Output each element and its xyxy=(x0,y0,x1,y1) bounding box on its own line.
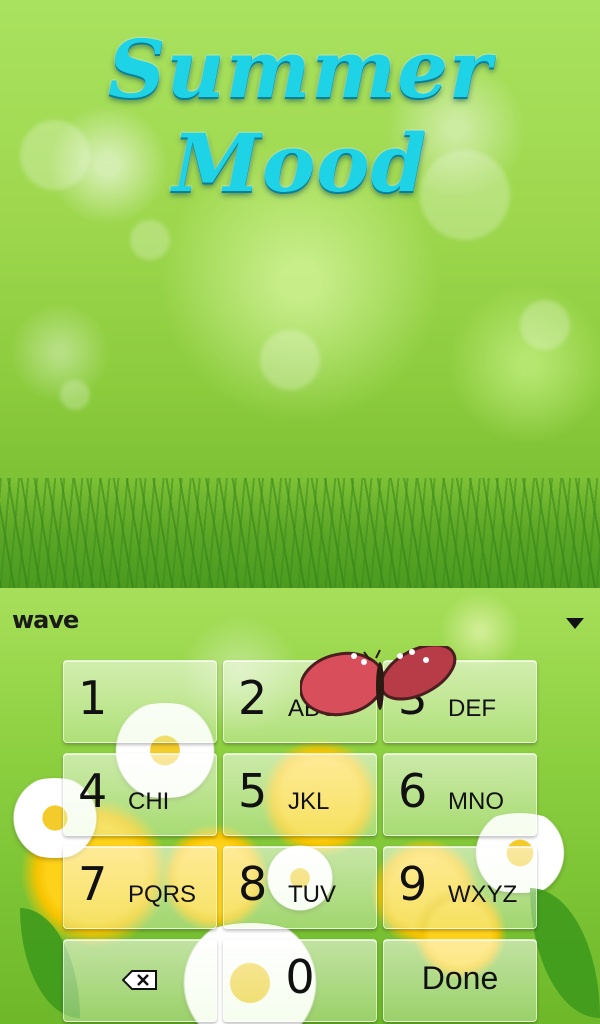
key-letters: PQRS xyxy=(128,881,197,908)
key-digit: 8 xyxy=(238,857,268,911)
key-digit: 9 xyxy=(398,857,428,911)
collapse-icon[interactable] xyxy=(566,618,584,629)
grass-background xyxy=(0,478,600,588)
key-4[interactable]: 4 CHI xyxy=(63,753,217,836)
wallpaper-title: Summer Mood xyxy=(107,22,493,210)
key-8[interactable]: 8 TUV xyxy=(223,846,377,929)
key-digit: 4 xyxy=(78,764,108,818)
key-5[interactable]: 5 JKL xyxy=(223,753,377,836)
key-digit: 6 xyxy=(398,764,428,818)
key-digit: 2 xyxy=(238,671,268,725)
key-digit: 5 xyxy=(238,764,268,818)
key-letters: CHI xyxy=(128,788,170,815)
key-6[interactable]: 6 MNO xyxy=(383,753,537,836)
backspace-button[interactable] xyxy=(63,939,217,1022)
key-letters: JKL xyxy=(288,788,330,815)
key-digit: 0 xyxy=(285,950,315,1004)
done-label: Done xyxy=(421,960,499,996)
key-digit: 1 xyxy=(78,671,108,725)
brand-logo: wave xyxy=(12,606,79,634)
wallpaper: Summer Mood xyxy=(0,0,600,588)
key-letters: MNO xyxy=(448,788,504,815)
key-7[interactable]: 7 PQRS xyxy=(63,846,217,929)
key-1[interactable]: 1 xyxy=(63,660,217,743)
butterfly-decoration xyxy=(300,646,457,717)
key-digit: 7 xyxy=(78,857,108,911)
key-0[interactable]: 0 xyxy=(223,939,377,1022)
done-button[interactable]: Done xyxy=(383,939,537,1022)
backspace-icon xyxy=(122,970,157,990)
key-9[interactable]: 9 WXYZ xyxy=(383,846,537,929)
dialer-panel: wave 1 2 ABC 3 DEF 4 CHI 5 JKL 6 MNO 7 P… xyxy=(0,588,600,1024)
key-letters: WXYZ xyxy=(448,881,518,908)
key-letters: TUV xyxy=(288,881,336,908)
